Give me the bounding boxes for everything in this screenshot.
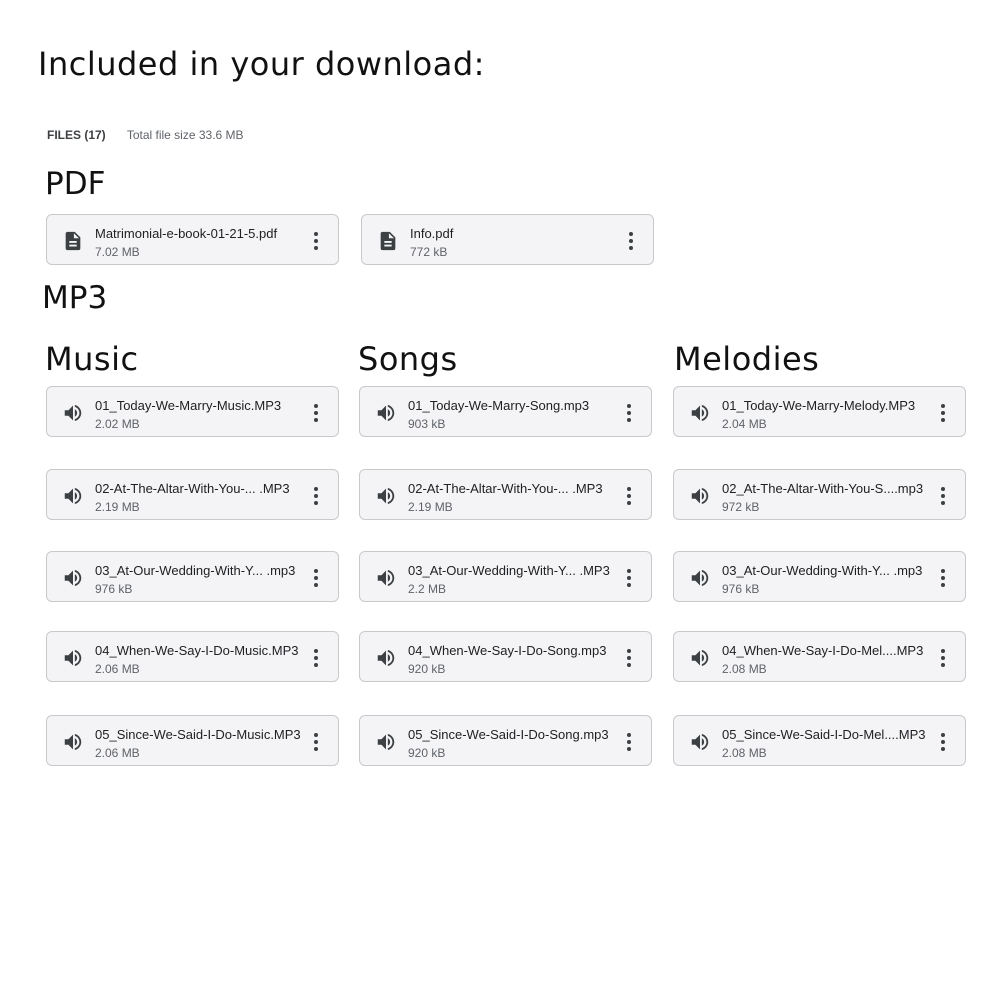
- mp3-file-card[interactable]: 03_At-Our-Wedding-With-Y... .mp3 976 kB: [673, 551, 966, 602]
- total-size-label: Total file size: [126, 128, 196, 142]
- file-size: 903 kB: [408, 417, 446, 431]
- file-name: 01_Today-We-Marry-Song.mp3: [408, 398, 590, 413]
- file-size: 2.08 MB: [722, 662, 767, 676]
- speaker-icon: [62, 485, 84, 507]
- file-size: 2.06 MB: [95, 746, 140, 760]
- more-options-icon[interactable]: [622, 230, 640, 252]
- more-options-icon[interactable]: [307, 230, 325, 252]
- file-name: 04_When-We-Say-I-Do-Song.mp3: [408, 643, 607, 658]
- speaker-icon: [689, 485, 711, 507]
- section-mp3-heading: MP3: [42, 280, 108, 316]
- file-size: 2.19 MB: [95, 500, 140, 514]
- mp3-file-card[interactable]: 04_When-We-Say-I-Do-Song.mp3 920 kB: [359, 631, 652, 682]
- files-count: FILES (17): [47, 128, 106, 142]
- more-options-icon[interactable]: [934, 485, 952, 507]
- speaker-icon: [375, 647, 397, 669]
- speaker-icon: [689, 402, 711, 424]
- column-heading-melodies: Melodies: [674, 340, 820, 378]
- speaker-icon: [375, 402, 397, 424]
- mp3-file-card[interactable]: 03_At-Our-Wedding-With-Y... .mp3 976 kB: [46, 551, 339, 602]
- mp3-file-card[interactable]: 05_Since-We-Said-I-Do-Music.MP3 2.06 MB: [46, 715, 339, 766]
- file-size: 920 kB: [408, 746, 446, 760]
- mp3-file-card[interactable]: 05_Since-We-Said-I-Do-Mel....MP3 2.08 MB: [673, 715, 966, 766]
- speaker-icon: [689, 567, 711, 589]
- section-pdf-heading: PDF: [45, 166, 106, 202]
- more-options-icon[interactable]: [307, 731, 325, 753]
- speaker-icon: [375, 485, 397, 507]
- document-icon: [377, 230, 399, 252]
- file-name: 03_At-Our-Wedding-With-Y... .mp3: [95, 563, 296, 578]
- more-options-icon[interactable]: [934, 567, 952, 589]
- column-heading-songs: Songs: [358, 340, 458, 378]
- more-options-icon[interactable]: [934, 731, 952, 753]
- more-options-icon[interactable]: [620, 485, 638, 507]
- mp3-file-card[interactable]: 01_Today-We-Marry-Music.MP3 2.02 MB: [46, 386, 339, 437]
- file-name: 04_When-We-Say-I-Do-Mel....MP3: [722, 643, 924, 658]
- file-size: 2.04 MB: [722, 417, 767, 431]
- mp3-file-card[interactable]: 05_Since-We-Said-I-Do-Song.mp3 920 kB: [359, 715, 652, 766]
- pdf-file-card[interactable]: Matrimonial-e-book-01-21-5.pdf 7.02 MB: [46, 214, 339, 265]
- files-summary: FILES (17) Total file size 33.6 MB: [47, 128, 244, 142]
- file-name: 02_At-The-Altar-With-You-S....mp3: [722, 481, 924, 496]
- more-options-icon[interactable]: [620, 647, 638, 669]
- document-icon: [62, 230, 84, 252]
- mp3-file-card[interactable]: 03_At-Our-Wedding-With-Y... .MP3 2.2 MB: [359, 551, 652, 602]
- file-name: 03_At-Our-Wedding-With-Y... .MP3: [408, 563, 610, 578]
- file-size: 772 kB: [410, 245, 448, 259]
- file-name: 05_Since-We-Said-I-Do-Song.mp3: [408, 727, 609, 742]
- file-size: 976 kB: [95, 582, 133, 596]
- more-options-icon[interactable]: [620, 402, 638, 424]
- download-heading: Included in your download:: [38, 45, 485, 83]
- file-size: 2.2 MB: [408, 582, 447, 596]
- file-name: 04_When-We-Say-I-Do-Music.MP3: [95, 643, 299, 658]
- more-options-icon[interactable]: [620, 567, 638, 589]
- mp3-file-card[interactable]: 02-At-The-Altar-With-You-... .MP3 2.19 MB: [359, 469, 652, 520]
- speaker-icon: [62, 567, 84, 589]
- more-options-icon[interactable]: [307, 485, 325, 507]
- mp3-file-card[interactable]: 02-At-The-Altar-With-You-... .MP3 2.19 MB: [46, 469, 339, 520]
- mp3-file-card[interactable]: 02_At-The-Altar-With-You-S....mp3 972 kB: [673, 469, 966, 520]
- file-name: 02-At-The-Altar-With-You-... .MP3: [408, 481, 603, 496]
- file-size: 7.02 MB: [95, 245, 140, 259]
- mp3-file-card[interactable]: 04_When-We-Say-I-Do-Mel....MP3 2.08 MB: [673, 631, 966, 682]
- total-size-value: 33.6 MB: [198, 128, 244, 142]
- speaker-icon: [689, 731, 711, 753]
- file-size: 2.19 MB: [408, 500, 453, 514]
- mp3-file-card[interactable]: 01_Today-We-Marry-Song.mp3 903 kB: [359, 386, 652, 437]
- file-size: 976 kB: [722, 582, 760, 596]
- file-name: Matrimonial-e-book-01-21-5.pdf: [95, 226, 278, 241]
- file-name: 03_At-Our-Wedding-With-Y... .mp3: [722, 563, 923, 578]
- more-options-icon[interactable]: [620, 731, 638, 753]
- file-size: 972 kB: [722, 500, 760, 514]
- file-name: Info.pdf: [410, 226, 454, 241]
- speaker-icon: [62, 647, 84, 669]
- more-options-icon[interactable]: [307, 402, 325, 424]
- mp3-file-card[interactable]: 04_When-We-Say-I-Do-Music.MP3 2.06 MB: [46, 631, 339, 682]
- file-size: 2.06 MB: [95, 662, 140, 676]
- more-options-icon[interactable]: [934, 647, 952, 669]
- speaker-icon: [375, 731, 397, 753]
- more-options-icon[interactable]: [934, 402, 952, 424]
- speaker-icon: [62, 731, 84, 753]
- pdf-file-card[interactable]: Info.pdf 772 kB: [361, 214, 654, 265]
- speaker-icon: [689, 647, 711, 669]
- speaker-icon: [375, 567, 397, 589]
- file-name: 01_Today-We-Marry-Music.MP3: [95, 398, 282, 413]
- column-heading-music: Music: [45, 340, 139, 378]
- file-size: 2.02 MB: [95, 417, 140, 431]
- mp3-file-card[interactable]: 01_Today-We-Marry-Melody.MP3 2.04 MB: [673, 386, 966, 437]
- more-options-icon[interactable]: [307, 647, 325, 669]
- more-options-icon[interactable]: [307, 567, 325, 589]
- file-name: 05_Since-We-Said-I-Do-Music.MP3: [95, 727, 301, 742]
- file-name: 02-At-The-Altar-With-You-... .MP3: [95, 481, 290, 496]
- file-name: 01_Today-We-Marry-Melody.MP3: [722, 398, 916, 413]
- file-size: 2.08 MB: [722, 746, 767, 760]
- file-size: 920 kB: [408, 662, 446, 676]
- speaker-icon: [62, 402, 84, 424]
- file-name: 05_Since-We-Said-I-Do-Mel....MP3: [722, 727, 926, 742]
